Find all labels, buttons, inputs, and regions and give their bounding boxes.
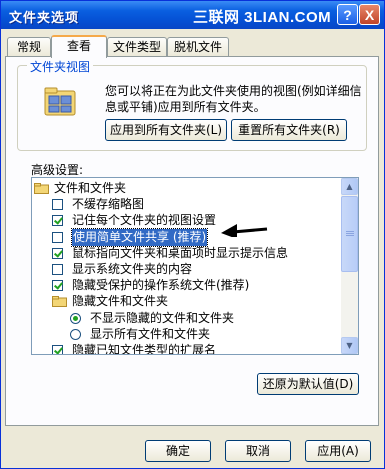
folder-view-icon (44, 87, 76, 116)
restore-defaults-button[interactable]: 还原为默认值(D) (257, 373, 359, 395)
title-bar[interactable]: 文件夹选项 三联网 3LIAN.COM ? X (1, 1, 384, 29)
checkbox[interactable] (52, 280, 63, 292)
radio-button[interactable] (70, 312, 81, 324)
tab-general[interactable]: 常规 (7, 37, 51, 56)
checkbox[interactable] (52, 199, 63, 211)
option-label: 文件和文件夹 (54, 181, 127, 195)
option-label: 记住每个文件夹的视图设置 (72, 213, 217, 228)
tab-file-types[interactable]: 文件类型 (107, 37, 167, 56)
folder-options-dialog: 文件夹选项 三联网 3LIAN.COM ? X 常规 查看 文件类型 脱机文件 … (0, 0, 385, 469)
apply-button[interactable]: 应用(A) (305, 440, 371, 462)
checkbox[interactable] (52, 345, 63, 354)
option-label: 隐藏受保护的操作系统文件(推荐) (72, 278, 250, 293)
radio-button[interactable] (70, 328, 81, 340)
annotation-arrow-icon (221, 224, 268, 237)
apply-to-all-folders-button[interactable]: 应用到所有文件夹(L) (105, 119, 227, 141)
folder-views-label: 文件夹视图 (27, 58, 94, 75)
option-label: 显示所有文件和文件夹 (90, 326, 211, 341)
window-title: 文件夹选项 (9, 11, 80, 26)
option-label: 使用简单文件共享 (推荐) (70, 227, 209, 247)
option-label: 隐藏文件和文件夹 (72, 294, 169, 309)
checkbox[interactable] (52, 247, 63, 259)
advanced-settings-list[interactable]: 文件和文件夹不缓存缩略图 记住每个文件夹的视图设置 使用简单文件共享 (推荐) 鼠标指… (31, 177, 359, 355)
option-label: 显示系统文件夹的内容 (72, 262, 193, 276)
vertical-scrollbar[interactable]: ▲ ▼ (341, 178, 358, 354)
help-button[interactable]: ? (337, 4, 358, 25)
scroll-down-arrow-icon[interactable]: ▼ (341, 337, 358, 354)
checkbox[interactable] (52, 231, 63, 243)
folder-icon (34, 183, 49, 194)
option-label: 隐藏已知文件类型的扩展名 (72, 343, 217, 355)
option-label: 不缓存缩略图 (72, 197, 145, 212)
folder-icon (52, 296, 67, 308)
scroll-thumb[interactable] (341, 196, 358, 272)
checkbox[interactable] (52, 215, 63, 227)
folder-views-description: 您可以将正在为此文件夹使用的视图(例如详细信息或平铺)应用到所有文件夹。 (105, 84, 362, 114)
advanced-settings-label: 高级设置: (31, 163, 84, 177)
option-label: 不显示隐藏的文件和文件夹 (90, 310, 235, 325)
scroll-up-arrow-icon[interactable]: ▲ (341, 178, 358, 195)
reset-all-folders-button[interactable]: 重置所有文件夹(R) (231, 119, 347, 141)
tab-view[interactable]: 查看 (51, 35, 107, 58)
checkbox[interactable] (52, 264, 63, 275)
cancel-button[interactable]: 取消 (225, 440, 291, 462)
tab-offline-files[interactable]: 脱机文件 (167, 37, 229, 56)
ok-button[interactable]: 确定 (145, 440, 211, 462)
watermark: 三联网 3LIAN.COM (193, 9, 332, 26)
close-button[interactable]: X (359, 4, 380, 25)
option-label: 鼠标指向文件夹和桌面项时显示提示信息 (72, 245, 289, 260)
